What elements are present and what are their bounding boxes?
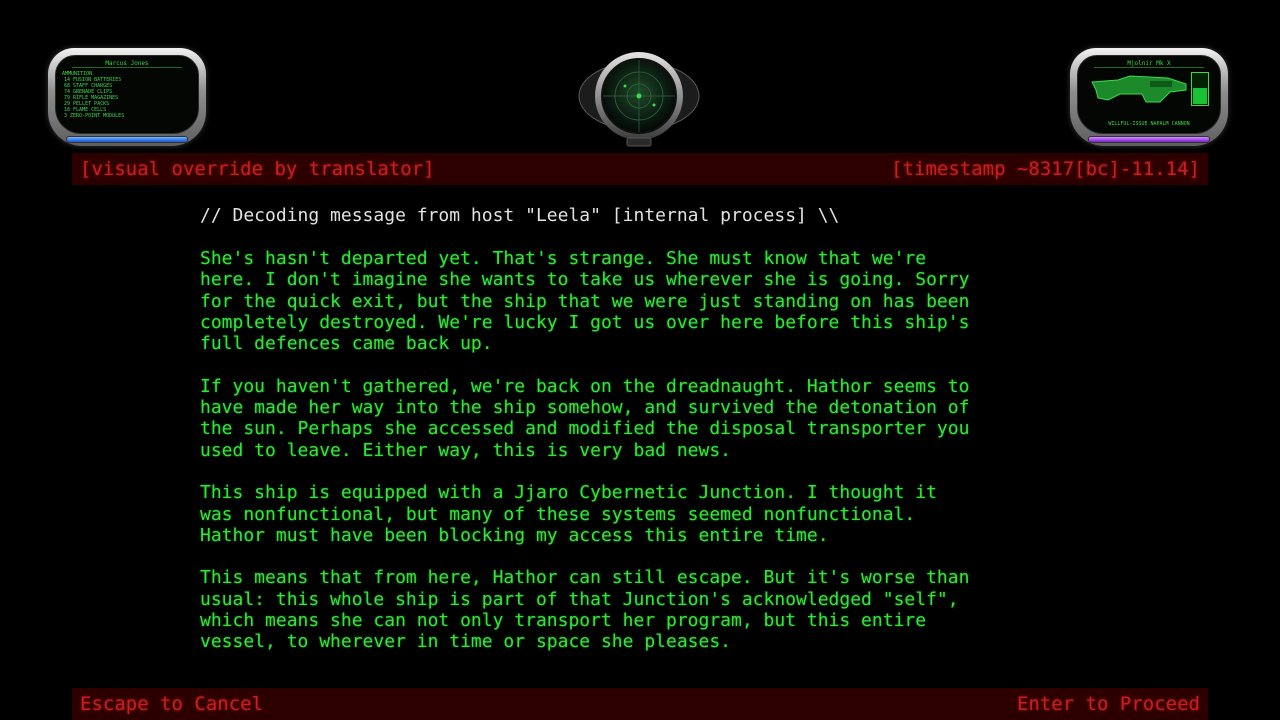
weapon-name: WILLFUL-ISSUE NAPALM CANNON xyxy=(1108,121,1190,127)
ammo-list: 14 FUSION BATTERIES 68 STAFF CHARGES 74 … xyxy=(56,77,198,119)
message-paragraph: This ship is equipped with a Jjaro Cyber… xyxy=(200,482,937,546)
ammo-panel: Marcus Jones AMMUNITION 14 FUSION BATTER… xyxy=(48,48,206,146)
message-header: // Decoding message from host "Leela" [i… xyxy=(200,205,840,226)
weapon-screen: Mjolnir Mk X WILLFUL-ISSUE NAPALM CANNON xyxy=(1077,55,1221,134)
timestamp-label: [timestamp ~8317[bc]-11.14] xyxy=(891,158,1200,180)
message-paragraph: This means that from here, Hathor can st… xyxy=(200,567,970,653)
footer-bar: Escape to Cancel Enter to Proceed xyxy=(72,688,1208,720)
napalm-cannon-icon xyxy=(1091,75,1187,103)
proceed-prompt[interactable]: Enter to Proceed xyxy=(1017,693,1200,715)
cancel-prompt[interactable]: Escape to Cancel xyxy=(80,693,263,715)
player-name: Marcus Jones xyxy=(72,60,182,68)
fuel-meter-fill xyxy=(1193,88,1207,104)
message-paragraph: She's hasn't departed yet. That's strang… xyxy=(200,248,970,355)
message-body: She's hasn't departed yet. That's strang… xyxy=(200,248,1100,674)
oxygen-bar xyxy=(1088,136,1210,143)
shield-bar xyxy=(66,136,188,143)
weapon-panel: Mjolnir Mk X WILLFUL-ISSUE NAPALM CANNON xyxy=(1070,48,1228,146)
ammo-screen: Marcus Jones AMMUNITION 14 FUSION BATTER… xyxy=(55,55,199,134)
armor-name: Mjolnir Mk X xyxy=(1094,60,1204,68)
radar-icon xyxy=(578,52,700,147)
header-bar: [visual override by translator] [timesta… xyxy=(72,153,1208,185)
fuel-meter xyxy=(1191,72,1209,106)
translator-override-label: [visual override by translator] xyxy=(80,158,435,180)
message-paragraph: If you haven't gathered, we're back on t… xyxy=(200,375,970,461)
ammo-item: 3 ZERO-POINT MODULES xyxy=(64,113,125,119)
